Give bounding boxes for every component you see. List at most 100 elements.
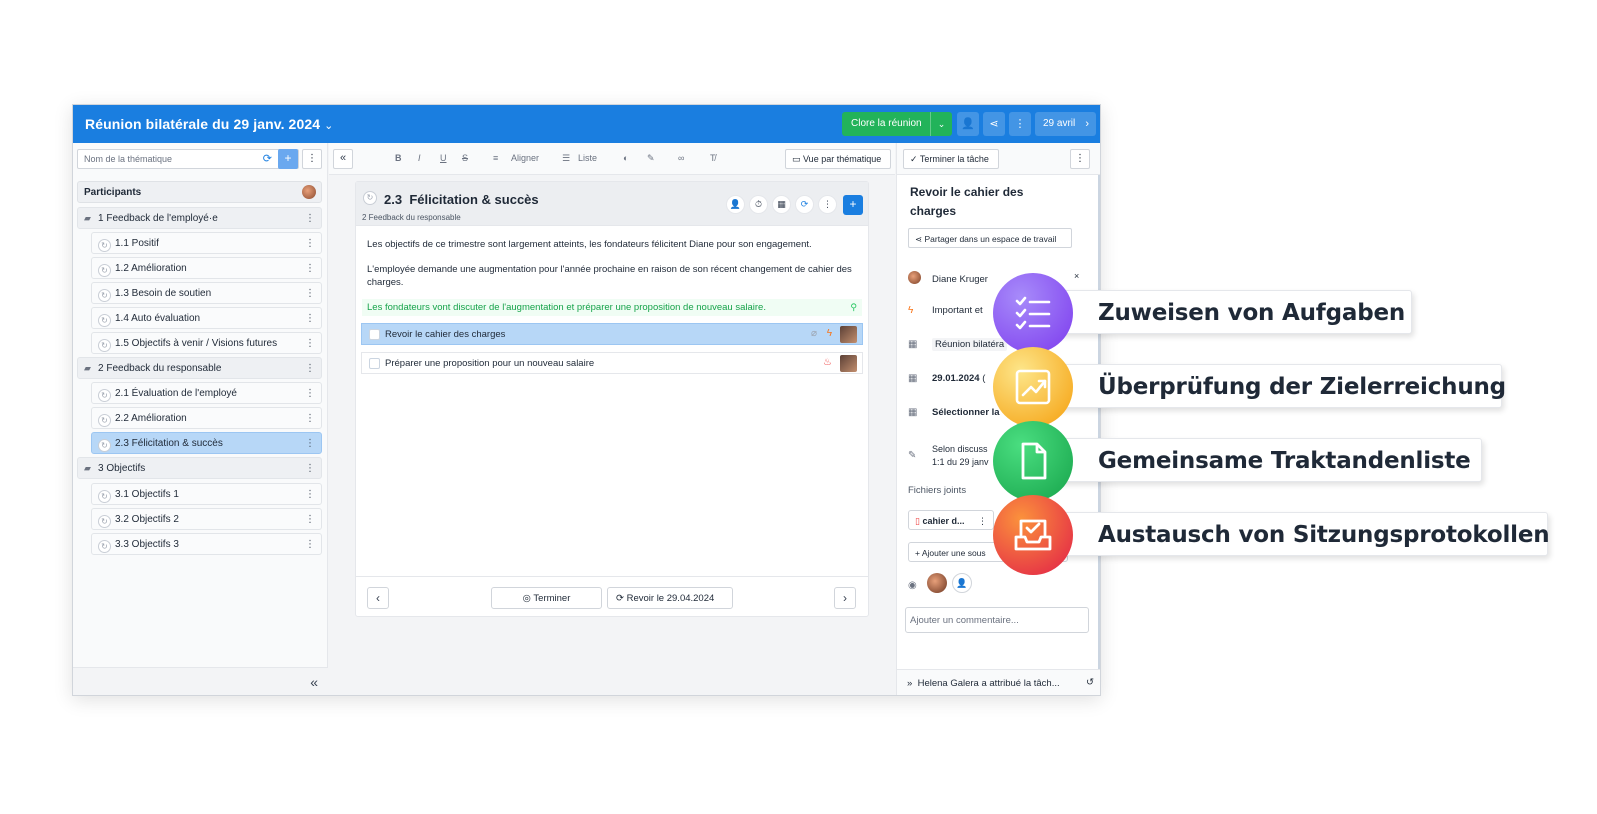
more-icon[interactable]: ⋮	[305, 489, 315, 500]
note-row[interactable]: ✎ Selon discuss 1:1 du 29 janv	[908, 443, 989, 469]
topic-item[interactable]: ↻ 3.1 Objectifs 1 ⋮	[91, 483, 322, 505]
assignee-row[interactable]: Diane Kruger ×	[908, 271, 1079, 285]
task-title[interactable]: Revoir le cahier des charges	[910, 183, 1050, 221]
scrollbar[interactable]	[1098, 175, 1100, 669]
strikethrough-icon[interactable]: S	[462, 153, 468, 163]
topic-item-label: 1.1 Positif	[115, 238, 159, 249]
topic-item[interactable]: ↻ 1.3 Besoin de soutien ⋮	[91, 282, 322, 304]
history-icon[interactable]: ↺	[1086, 677, 1094, 688]
topic-item-active[interactable]: ↻ 2.3 Félicitation & succès ⋮	[91, 432, 322, 454]
clear-format-icon[interactable]: T̸	[710, 153, 716, 163]
more-icon[interactable]: ⋮	[818, 195, 837, 214]
more-icon[interactable]: ⋮	[305, 363, 315, 374]
chevron-down-icon[interactable]: ⌄	[930, 112, 952, 136]
note-paragraph[interactable]: Les objectifs de ce trimestre sont large…	[367, 238, 859, 251]
avatar[interactable]	[927, 573, 947, 593]
close-meeting-button[interactable]: Clore la réunion ⌄	[842, 112, 952, 136]
more-icon[interactable]: ⋮	[305, 539, 315, 550]
more-icon[interactable]: ⋮	[1070, 149, 1090, 169]
topic-item[interactable]: ↻ 1.2 Amélioration ⋮	[91, 257, 322, 279]
link-icon[interactable]: ∞	[678, 153, 684, 163]
avatar[interactable]	[302, 185, 316, 199]
color-icon[interactable]: ◐	[623, 153, 628, 163]
double-chevron-right-icon[interactable]: »	[907, 678, 915, 689]
previous-topic-button[interactable]: ‹	[367, 587, 389, 609]
topic-item[interactable]: ↻ 1.5 Objectifs à venir / Visions futures…	[91, 332, 322, 354]
list-button[interactable]: Liste	[578, 153, 597, 163]
topic-search-input[interactable]: Nom de la thématique ⟳	[77, 149, 299, 169]
align-icon[interactable]: ≡	[493, 153, 498, 163]
double-chevron-left-icon[interactable]: «	[310, 674, 318, 690]
add-item-button[interactable]: +	[843, 195, 863, 215]
task-checkbox[interactable]	[369, 329, 380, 340]
italic-icon[interactable]: I	[418, 153, 421, 163]
recurring-icon: ↻	[98, 339, 111, 352]
finish-task-button[interactable]: ✓ Terminer la tâche	[903, 149, 999, 169]
topic-item[interactable]: ↻ 3.3 Objectifs 3 ⋮	[91, 533, 322, 555]
topic-item[interactable]: ↻ 1.4 Auto évaluation ⋮	[91, 307, 322, 329]
meeting-row[interactable]: ▦ Réunion bilatéra	[908, 338, 1008, 351]
share-workspace-button[interactable]: ⋖ Partager dans un espace de travail	[908, 228, 1072, 248]
share-icon[interactable]: ⋖	[983, 112, 1005, 136]
pin-icon[interactable]: ⚲	[850, 301, 857, 314]
more-icon[interactable]: ⋮	[305, 313, 315, 324]
meeting-title[interactable]: Réunion bilatérale du 29 janv. 2024 ⌄	[85, 116, 333, 132]
topic-group[interactable]: ▰ 3 Objectifs ⋮	[77, 457, 322, 479]
task-row[interactable]: Préparer une proposition pour un nouveau…	[361, 352, 863, 374]
more-icon[interactable]: ⋮	[305, 238, 315, 249]
more-icon[interactable]: ⋮	[305, 438, 315, 449]
topic-item[interactable]: ↻ 3.2 Objectifs 2 ⋮	[91, 508, 322, 530]
review-topic-button[interactable]: ⟳ Revoir le 29.04.2024	[607, 587, 733, 609]
topic-group[interactable]: ▰ 1 Feedback de l'employé·e ⋮	[77, 207, 322, 229]
more-icon[interactable]: ⋮	[305, 213, 315, 224]
select-row[interactable]: ▦ Sélectionner la	[908, 407, 1000, 418]
collapse-sidebar-button[interactable]: «	[333, 149, 353, 169]
eye-icon[interactable]: ◉	[908, 580, 917, 591]
attachment-chip[interactable]: ▯ cahier d... ⋮	[908, 510, 994, 530]
more-icon[interactable]: ⋮	[305, 413, 315, 424]
theme-view-button[interactable]: ▭ Vue par thématique	[785, 149, 891, 169]
highlight-icon[interactable]: ✎	[647, 153, 655, 164]
close-icon[interactable]: ×	[1074, 271, 1079, 281]
finish-topic-button[interactable]: ◎ Terminer	[491, 587, 602, 609]
more-icon[interactable]: ⋮	[305, 263, 315, 274]
topic-item[interactable]: ↻ 2.2 Amélioration ⋮	[91, 407, 322, 429]
task-checkbox[interactable]	[369, 358, 380, 369]
more-icon[interactable]: ⋮	[305, 514, 315, 525]
task-row[interactable]: Revoir le cahier des charges ⌀ ϟ	[361, 323, 863, 345]
calendar-icon: ▦	[908, 339, 918, 350]
repeat-icon[interactable]: ⟳	[795, 195, 814, 214]
topic-item[interactable]: ↻ 1.1 Positif ⋮	[91, 232, 322, 254]
avatar[interactable]	[840, 326, 857, 343]
underline-icon[interactable]: U	[440, 153, 447, 163]
participant-lock-icon[interactable]: 👤	[957, 112, 979, 136]
avatar[interactable]	[840, 355, 857, 372]
due-date-row[interactable]: ▦ 29.01.2024 (	[908, 373, 985, 384]
list-icon[interactable]: ☰	[562, 153, 570, 164]
refresh-icon[interactable]: ⟳	[263, 152, 272, 165]
topic-item[interactable]: ↻ 2.1 Évaluation de l'employé ⋮	[91, 382, 322, 404]
align-button[interactable]: Aligner	[511, 153, 539, 163]
calendar-icon[interactable]: ▦	[772, 195, 791, 214]
add-topic-button[interactable]: +	[278, 149, 298, 169]
topic-group[interactable]: ▰ 2 Feedback du responsable ⋮	[77, 357, 322, 379]
note-paragraph[interactable]: L'employée demande une augmentation pour…	[367, 263, 859, 289]
participants-row[interactable]: Participants	[77, 181, 322, 203]
sidebar-more-button[interactable]: ⋮	[302, 149, 322, 169]
bold-icon[interactable]: B	[395, 153, 402, 163]
next-meeting-button[interactable]: 29 avril ›	[1035, 112, 1096, 136]
next-topic-button[interactable]: ›	[834, 587, 856, 609]
more-icon[interactable]: ⋮	[1009, 112, 1031, 136]
add-watcher-icon[interactable]: 👤	[952, 573, 972, 593]
more-icon[interactable]: ⋮	[305, 338, 315, 349]
more-icon[interactable]: ⋮	[978, 516, 987, 527]
chevron-down-icon[interactable]: ⌄	[324, 119, 333, 132]
person-icon[interactable]: 👤	[726, 195, 745, 214]
decision-note[interactable]: Les fondateurs vont discuter de l'augmen…	[362, 299, 862, 316]
more-icon[interactable]: ⋮	[305, 388, 315, 399]
comment-input[interactable]: Ajouter un commentaire...	[905, 607, 1089, 633]
more-icon[interactable]: ⋮	[305, 463, 315, 474]
more-icon[interactable]: ⋮	[305, 288, 315, 299]
priority-row[interactable]: ϟ Important et	[908, 305, 983, 316]
timer-icon[interactable]: ⏱	[749, 195, 768, 214]
